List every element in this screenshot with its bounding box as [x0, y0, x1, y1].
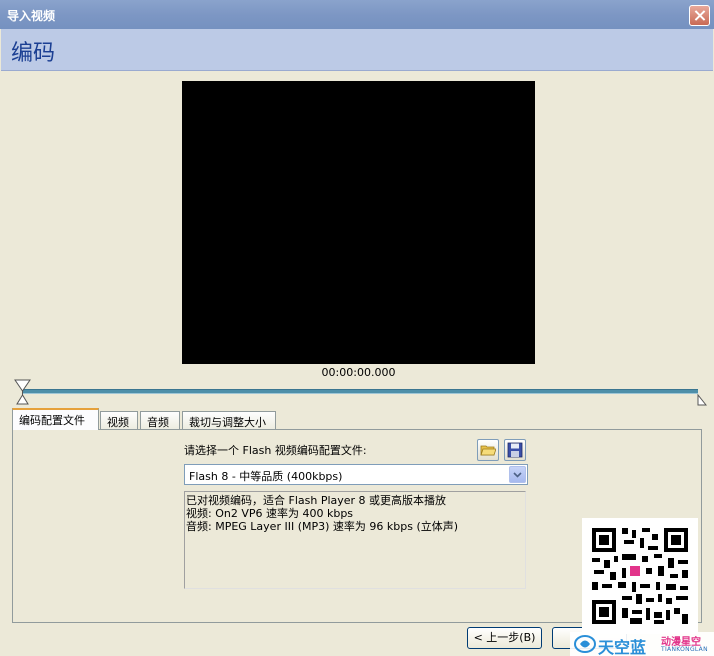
brand-logo-icon	[574, 635, 596, 653]
profile-prompt-label: 请选择一个 Flash 视频编码配置文件:	[184, 444, 367, 457]
chevron-down-icon	[513, 472, 522, 478]
save-profile-button[interactable]	[504, 439, 526, 461]
playhead-handle[interactable]	[14, 379, 31, 405]
watermark-subtext: TIANKONGLAN	[661, 646, 708, 653]
timecode-display: 00:00:00.000	[321, 366, 396, 379]
selected-profile: Flash 8 - 中等品质 (400kbps)	[189, 470, 343, 483]
back-button[interactable]: < 上一步(B)	[467, 627, 542, 649]
tab-label: 视频	[107, 416, 129, 429]
folder-open-icon	[480, 445, 496, 456]
description-line: 已对视频编码，适合 Flash Player 8 或更高版本播放	[186, 494, 447, 507]
tab-crop-resize[interactable]: 裁切与调整大小	[182, 411, 276, 430]
out-point-marker[interactable]	[697, 394, 707, 406]
tab-label: 音频	[147, 416, 169, 429]
profile-description: 已对视频编码，适合 Flash Player 8 或更高版本播放 视频: On2…	[184, 491, 526, 589]
floppy-disk-icon	[507, 442, 523, 458]
tab-video[interactable]: 视频	[100, 411, 138, 430]
dropdown-button[interactable]	[509, 466, 526, 483]
tab-audio[interactable]: 音频	[140, 411, 180, 430]
site-watermark: 天空蓝 动漫星空 TIANKONGLAN	[570, 632, 714, 656]
qr-code	[582, 518, 698, 634]
qr-code-image	[588, 524, 692, 628]
video-preview	[182, 81, 535, 364]
step-header: 编码	[1, 29, 713, 71]
tab-label: 裁切与调整大小	[189, 416, 266, 429]
window-title: 导入视频	[7, 9, 56, 23]
scrubber-track[interactable]	[22, 389, 698, 394]
description-line: 视频: On2 VP6 速率为 400 kbps	[186, 507, 354, 520]
tab-encoding-profile[interactable]: 编码配置文件	[12, 408, 99, 430]
description-line: 音频: MPEG Layer III (MP3) 速率为 96 kbps (立体…	[186, 520, 459, 533]
watermark-brand: 天空蓝	[598, 638, 647, 656]
tab-label: 编码配置文件	[19, 414, 85, 427]
import-video-dialog: 导入视频 编码 00:00:00.000 编码配置文件 视频 音频 裁切与调整大…	[0, 0, 714, 656]
encoding-profile-select[interactable]: Flash 8 - 中等品质 (400kbps)	[184, 464, 528, 485]
title-bar: 导入视频	[0, 0, 714, 29]
close-button[interactable]	[689, 5, 710, 26]
open-profile-button[interactable]	[477, 439, 499, 461]
step-title: 编码	[11, 41, 56, 66]
